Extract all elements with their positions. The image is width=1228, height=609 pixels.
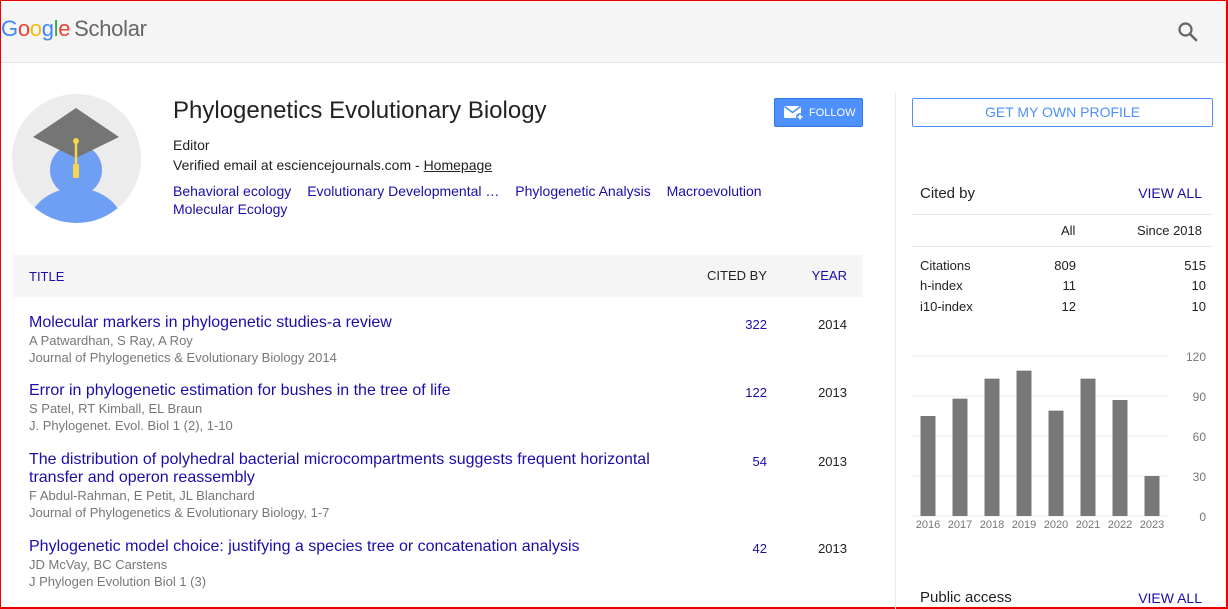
publication-venue: Journal of Phylogenetics & Evolutionary … — [29, 505, 330, 520]
x-tick-label: 2022 — [1108, 519, 1132, 531]
follow-button[interactable]: FOLLOW — [774, 98, 863, 127]
table-row: Molecular markers in phylogenetic studie… — [29, 314, 863, 366]
cited-by-heading: Cited by — [920, 185, 976, 202]
stat-since: 515 — [1184, 258, 1206, 273]
x-tick-label: 2023 — [1140, 519, 1164, 531]
interest-link[interactable]: Behavioral ecology — [173, 182, 291, 200]
sort-by-year[interactable]: YEAR — [812, 268, 847, 283]
cited-by-count[interactable]: 54 — [753, 454, 767, 469]
search-button[interactable] — [1176, 20, 1200, 44]
sort-by-title[interactable]: TITLE — [29, 269, 64, 284]
publication-year: 2014 — [818, 317, 847, 332]
cited-by-count[interactable]: 322 — [745, 317, 767, 332]
bar-2019[interactable] — [1016, 370, 1032, 516]
y-tick-label: 90 — [1193, 390, 1207, 404]
publication-authors: F Abdul-Rahman, E Petit, JL Blanchard — [29, 488, 255, 503]
stat-since: 10 — [1191, 299, 1206, 314]
get-my-own-profile-button[interactable]: GET MY OWN PROFILE — [912, 98, 1213, 127]
publication-venue: Journal of Phylogenetics & Evolutionary … — [29, 350, 337, 365]
stat-since: 10 — [1191, 278, 1206, 293]
publication-title[interactable]: Phylogenetic model choice: justifying a … — [29, 538, 669, 556]
top-bar: Google Scholar — [1, 1, 1226, 63]
logo-letter: g — [41, 16, 54, 41]
column-divider — [895, 93, 896, 609]
logo-letter: o — [29, 16, 42, 41]
stats-row-h-index: h-index 11 10 — [920, 278, 1206, 298]
profile-affiliation: Editor — [173, 137, 210, 153]
publication-authors: A Patwardhan, S Ray, A Roy — [29, 333, 193, 348]
interest-link[interactable]: Molecular Ecology — [173, 200, 287, 218]
publication-title[interactable]: The distribution of polyhedral bacterial… — [29, 451, 669, 487]
x-tick-label: 2017 — [948, 519, 972, 531]
search-icon — [1178, 22, 1198, 42]
logo-product-name: Scholar — [74, 16, 147, 41]
logo-letter: G — [1, 16, 18, 41]
x-tick-label: 2020 — [1044, 519, 1068, 531]
stat-label: Citations — [920, 258, 971, 273]
graduate-avatar-icon — [12, 94, 141, 223]
publication-venue: J Phylogen Evolution Biol 1 (3) — [29, 574, 207, 589]
bar-2017[interactable] — [952, 398, 968, 516]
sort-by-cited[interactable]: CITED BY — [707, 268, 767, 283]
stat-all: 12 — [1061, 299, 1076, 314]
y-tick-label: 0 — [1199, 510, 1206, 524]
bar-2016[interactable] — [920, 416, 936, 516]
avatar — [12, 94, 141, 223]
stat-label: h-index — [920, 278, 963, 293]
divider — [912, 246, 1213, 247]
mail-plus-icon — [784, 105, 804, 121]
follow-label: FOLLOW — [809, 106, 856, 119]
divider — [912, 214, 1213, 215]
stat-all: 11 — [1062, 278, 1077, 293]
homepage-link[interactable]: Homepage — [424, 157, 493, 173]
cited-by-view-all-link[interactable]: VIEW ALL — [1138, 185, 1202, 201]
stat-all: 809 — [1054, 258, 1076, 273]
table-row: Phylogenetic model choice: justifying a … — [29, 538, 863, 590]
stats-row-citations: Citations 809 515 — [920, 258, 1206, 278]
bar-2020[interactable] — [1048, 410, 1064, 516]
publication-title[interactable]: Molecular markers in phylogenetic studie… — [29, 314, 669, 332]
publication-year: 2013 — [818, 385, 847, 400]
y-tick-label: 60 — [1193, 430, 1207, 444]
publication-venue: J. Phylogenet. Evol. Biol 1 (2), 1-10 — [29, 418, 233, 433]
public-access-view-all-link[interactable]: VIEW ALL — [1138, 590, 1202, 606]
stats-row-i10-index: i10-index 12 10 — [920, 299, 1206, 319]
y-tick-label: 30 — [1193, 470, 1207, 484]
bar-2023[interactable] — [1144, 476, 1160, 516]
interest-link[interactable]: Macroevolution — [667, 182, 762, 200]
publications-table-header: TITLE CITED BY YEAR — [13, 255, 863, 297]
publication-authors: S Patel, RT Kimball, EL Braun — [29, 401, 203, 416]
stats-column-since: Since 2018 — [1136, 223, 1202, 238]
google-scholar-logo[interactable]: Google Scholar — [1, 16, 147, 42]
publication-year: 2013 — [818, 541, 847, 556]
table-row: The distribution of polyhedral bacterial… — [29, 451, 863, 521]
x-tick-label: 2021 — [1076, 519, 1100, 531]
research-interests: Behavioral ecology Evolutionary Developm… — [173, 182, 813, 218]
stat-label: i10-index — [920, 299, 973, 314]
x-tick-label: 2016 — [916, 519, 940, 531]
verified-email: Verified email at esciencejournals.com -… — [173, 157, 492, 173]
bar-2022[interactable] — [1112, 400, 1128, 516]
publication-authors: JD McVay, BC Carstens — [29, 557, 168, 572]
bar-2021[interactable] — [1080, 378, 1096, 516]
table-row: Error in phylogenetic estimation for bus… — [29, 382, 863, 434]
profile-name: Phylogenetics Evolutionary Biology — [173, 97, 547, 124]
interest-link[interactable]: Phylogenetic Analysis — [515, 182, 650, 200]
cited-by-count[interactable]: 122 — [745, 385, 767, 400]
verified-email-text: Verified email at esciencejournals.com - — [173, 157, 424, 173]
x-tick-label: 2018 — [980, 519, 1004, 531]
y-tick-label: 120 — [1186, 350, 1206, 364]
cited-by-count[interactable]: 42 — [753, 541, 767, 556]
citations-per-year-chart: 0 30 60 90 120 2016 2017 2018 2019 2020 2021 2022 20… — [912, 350, 1207, 531]
x-tick-label: 2019 — [1012, 519, 1036, 531]
public-access-heading: Public access — [920, 589, 1012, 606]
interest-link[interactable]: Evolutionary Developmental … — [307, 182, 499, 200]
logo-letter: o — [17, 16, 30, 41]
logo-letter: e — [58, 16, 71, 41]
bar-2018[interactable] — [984, 378, 1000, 516]
stats-column-all: All — [1061, 223, 1076, 238]
publication-title[interactable]: Error in phylogenetic estimation for bus… — [29, 382, 669, 400]
publication-year: 2013 — [818, 454, 847, 469]
